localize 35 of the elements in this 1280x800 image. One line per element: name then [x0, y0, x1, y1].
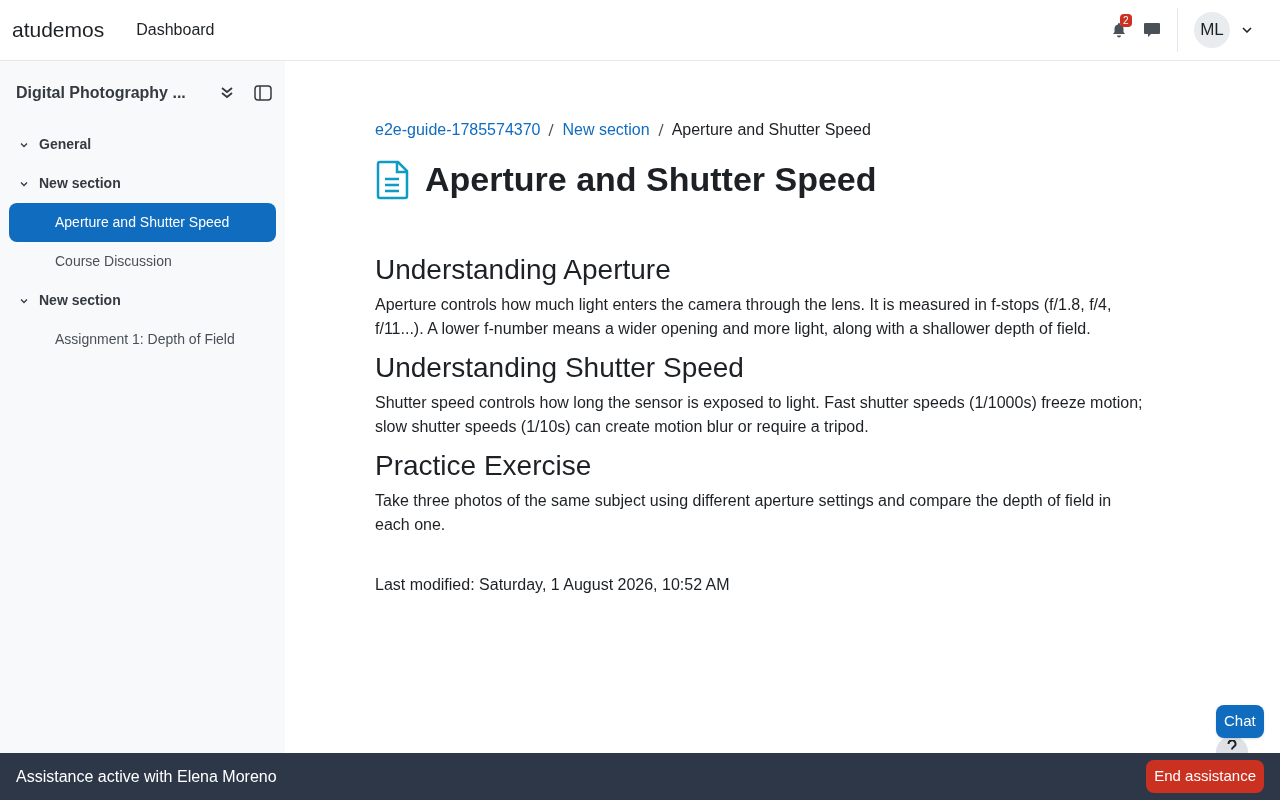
bell-icon[interactable] — [1111, 22, 1127, 38]
section-title[interactable]: New section — [39, 290, 121, 311]
end-assistance-button[interactable]: End assistance — [1146, 760, 1264, 793]
collapse-all-icon[interactable] — [220, 86, 234, 100]
paragraph: Take three photos of the same subject using different aperture settings and compare the depth of field in each one. — [375, 491, 1113, 535]
assistance-status: Assistance active with Elena Moreno — [16, 766, 277, 787]
chat-button[interactable]: Chat — [1216, 705, 1264, 738]
nav-link[interactable]: Dashboard — [136, 18, 215, 42]
section-title[interactable]: New section — [39, 173, 121, 194]
help-button[interactable] — [1216, 736, 1248, 753]
caret-icon[interactable] — [1242, 27, 1252, 33]
question-icon — [1227, 740, 1237, 752]
page-title: Aperture and Shutter Speed — [425, 159, 877, 200]
message-icon[interactable] — [1143, 22, 1161, 38]
breadcrumb-link[interactable]: e2e-guide-1785574370 — [375, 118, 541, 142]
last-modified-text: Last modified: Saturday, 1 August 2026, 10:52 AM — [375, 575, 731, 595]
document-icon — [375, 159, 409, 200]
section-heading: Understanding Shutter Speed — [375, 351, 745, 385]
section-heading: Understanding Aperture — [375, 253, 672, 287]
sidebar-item[interactable]: Aperture and Shutter Speed — [9, 203, 276, 242]
separator-icon — [548, 123, 555, 137]
section-heading: Practice Exercise — [375, 449, 593, 483]
sidebar-toggle-icon[interactable] — [254, 85, 272, 101]
paragraph: Shutter speed controls how long the sensor is exposed to light. Fast shutter speeds (1/1000s) freeze motion; slow shutter speeds (1/10s) can create motion blur or require a tripod. — [375, 393, 1144, 437]
section-title[interactable]: General — [39, 134, 92, 155]
notification-badge: 2 — [1120, 14, 1132, 27]
course-title: Digital Photography ... — [16, 83, 186, 103]
user-avatar[interactable]: ML — [1194, 12, 1230, 48]
breadcrumb-link[interactable]: New section — [562, 118, 650, 142]
separator-icon — [657, 123, 664, 137]
breadcrumb-current: Aperture and Shutter Speed — [671, 120, 871, 140]
paragraph: Aperture controls how much light enters the camera through the lens. It is measured in f-stops (f/1.8, f/4, f/11...). A lower f-number means a wider opening and more light, along with a shallower depth of field. — [375, 295, 1113, 339]
site-name[interactable]: atudemos — [12, 14, 105, 46]
sidebar-item[interactable]: Assignment 1: Depth of Field — [9, 320, 276, 359]
sidebar-item[interactable]: Course Discussion — [9, 242, 276, 281]
